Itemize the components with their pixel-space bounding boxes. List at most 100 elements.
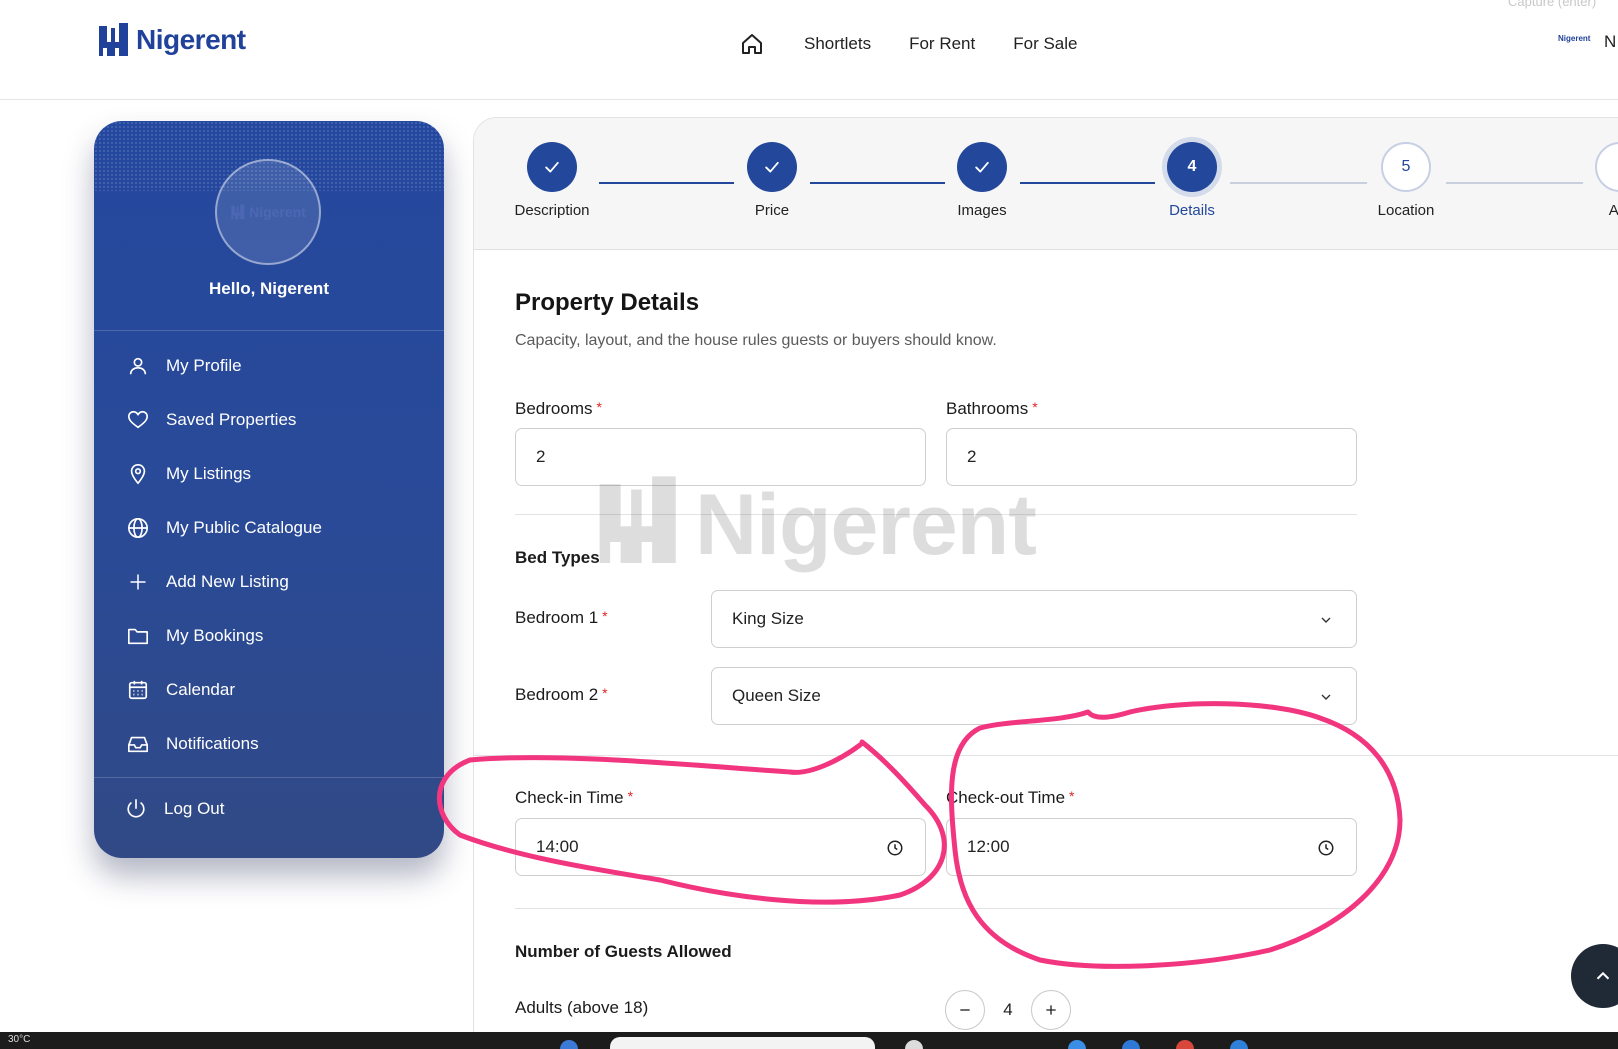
input-value: 2 [967, 447, 977, 466]
sidebar-item-calendar[interactable]: Calendar [126, 675, 235, 705]
step-label: Details [1169, 202, 1215, 219]
required-mark: * [1069, 788, 1075, 804]
bedrooms-label: Bedrooms * [515, 399, 602, 419]
bedroom-2-select[interactable]: Queen Size [711, 667, 1357, 725]
inbox-icon [126, 732, 150, 756]
taskbar-app-icon[interactable] [560, 1040, 578, 1049]
bedroom-2-label: Bedroom 2 * [515, 685, 608, 705]
step-price[interactable]: Price [712, 142, 832, 219]
sidebar-item-label: Add New Listing [166, 572, 289, 591]
label-text: Bedroom 2 [515, 685, 599, 704]
bedroom-1-label: Bedroom 1 * [515, 608, 608, 628]
page-subtitle: Capacity, layout, and the house rules gu… [515, 332, 997, 349]
taskbar-app-icon[interactable] [1230, 1040, 1248, 1049]
sidebar-item-my-listings[interactable]: My Listings [126, 459, 251, 489]
sidebar-item-public-catalogue[interactable]: My Public Catalogue [126, 513, 322, 543]
sidebar-item-label: My Bookings [166, 626, 264, 645]
sidebar-item-label: Saved Properties [166, 410, 297, 429]
decrement-button[interactable] [945, 990, 985, 1030]
step-circle [1595, 142, 1618, 192]
step-details[interactable]: 4 Details [1132, 142, 1252, 219]
avatar[interactable]: Nigerent [215, 159, 321, 265]
taskbar-app-icon[interactable] [1176, 1040, 1194, 1049]
input-value: 2 [536, 447, 546, 466]
chevron-down-icon [1316, 610, 1336, 630]
required-mark: * [602, 685, 608, 701]
label-text: Check-in Time [515, 788, 624, 807]
calendar-icon [126, 678, 150, 702]
sidebar-item-label: My Public Catalogue [166, 518, 322, 537]
adults-count: 4 [1003, 1000, 1013, 1019]
brand-logo[interactable]: Nigerent [98, 22, 246, 58]
step-label: Description [514, 202, 590, 219]
brand-name: Nigerent [136, 24, 246, 55]
clock-icon[interactable] [885, 838, 905, 858]
page-title: Property Details [515, 289, 700, 316]
required-mark: * [602, 608, 608, 624]
taskbar-app-icon[interactable] [1122, 1040, 1140, 1049]
select-value: King Size [732, 609, 804, 628]
input-value: 14:00 [536, 837, 579, 856]
guests-heading: Number of Guests Allowed [515, 942, 732, 961]
required-mark: * [1032, 399, 1038, 415]
listing-form-panel: Description Price Images 4 Details 5 Loc… [473, 117, 1618, 1049]
nav-for-sale[interactable]: For Sale [1013, 30, 1077, 58]
step-location[interactable]: 5 Location [1346, 142, 1466, 219]
step-number: 5 [1381, 142, 1431, 192]
plus-icon [126, 570, 150, 594]
step-description[interactable]: Description [492, 142, 612, 219]
logout-button[interactable]: Log Out [124, 794, 225, 824]
taskbar-app-icon[interactable] [1068, 1040, 1086, 1049]
bedroom-1-select[interactable]: King Size [711, 590, 1357, 648]
select-value: Queen Size [732, 686, 821, 705]
step-label: Images [957, 202, 1007, 219]
step-label: Am [1608, 202, 1618, 219]
heart-icon [126, 408, 150, 432]
nigerent-logo-icon [99, 23, 128, 56]
required-mark: * [596, 399, 602, 415]
check-icon [957, 142, 1007, 192]
os-taskbar: 30°C [0, 1032, 1618, 1049]
sidebar-item-add-listing[interactable]: Add New Listing [126, 567, 289, 597]
power-icon [124, 797, 148, 821]
step-label: Price [754, 202, 790, 219]
sidebar-item-label: Calendar [166, 680, 235, 699]
checkout-time-input[interactable]: 12:00 [946, 818, 1357, 876]
avatar-brand: Nigerent [249, 204, 306, 220]
greeting: Hello, Nigerent [209, 279, 329, 298]
main-nav: Shortlets For Rent For Sale [738, 30, 1077, 58]
section-divider [515, 514, 1357, 515]
adults-stepper: 4 [945, 990, 1071, 1030]
step-number: 4 [1167, 142, 1217, 192]
taskbar-app-icon[interactable] [905, 1040, 923, 1049]
user-brand-logo[interactable]: Nigerent [1558, 34, 1590, 43]
top-header: Nigerent Shortlets For Rent For Sale Cap… [0, 0, 1618, 100]
user-menu-truncated[interactable]: N [1604, 32, 1616, 52]
sidebar-item-notifications[interactable]: Notifications [126, 729, 259, 759]
sidebar-item-my-profile[interactable]: My Profile [126, 351, 242, 381]
capture-hint: Capture (enter) [1508, 0, 1597, 9]
step-amenities[interactable]: Am [1560, 142, 1618, 219]
bedrooms-input[interactable]: 2 [515, 428, 926, 486]
check-icon [527, 142, 577, 192]
checkin-time-input[interactable]: 14:00 [515, 818, 926, 876]
sidebar-item-saved-properties[interactable]: Saved Properties [126, 405, 296, 435]
input-value: 12:00 [967, 837, 1010, 856]
label-text: Check-out Time [946, 788, 1066, 807]
nav-shortlets[interactable]: Shortlets [804, 30, 871, 58]
checkin-label: Check-in Time * [515, 788, 633, 808]
increment-button[interactable] [1031, 990, 1071, 1030]
sidebar-divider [94, 777, 444, 778]
nav-for-rent[interactable]: For Rent [909, 30, 975, 58]
globe-icon [126, 516, 150, 540]
taskbar-search[interactable] [610, 1037, 875, 1049]
bathrooms-input[interactable]: 2 [946, 428, 1357, 486]
home-icon[interactable] [738, 30, 766, 58]
sidebar-divider [94, 330, 444, 331]
step-label: Location [1377, 202, 1435, 219]
step-images[interactable]: Images [922, 142, 1042, 219]
sidebar-item-my-bookings[interactable]: My Bookings [126, 621, 263, 651]
label-text: Bathrooms [946, 399, 1029, 418]
weather-readout: 30°C [8, 1034, 31, 1045]
clock-icon[interactable] [1316, 838, 1336, 858]
